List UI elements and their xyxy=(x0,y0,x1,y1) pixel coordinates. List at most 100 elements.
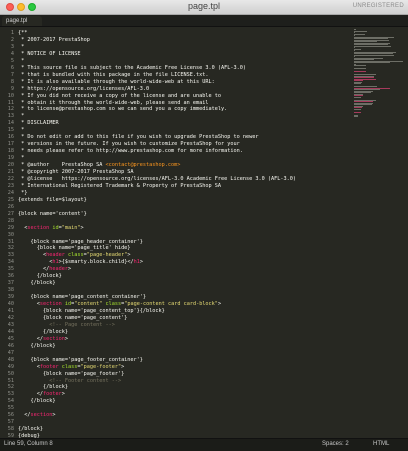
code-token: </ xyxy=(18,391,43,398)
syntax-selector[interactable]: HTML xyxy=(373,441,389,447)
code-token: {/block} xyxy=(18,328,68,335)
line-number: 58 xyxy=(7,426,14,433)
minimap-line xyxy=(354,30,367,32)
code-line: * @license https://opensource.org/licens… xyxy=(18,176,296,183)
code-line: * to license@prestashop.com so we can se… xyxy=(18,106,227,113)
code-line: * It is also available through the world… xyxy=(18,79,215,86)
window-title: page.tpl xyxy=(187,1,221,11)
indentation-setting[interactable]: Spaces: 2 xyxy=(322,441,349,447)
code-token: * to license@prestashop.com so we can se… xyxy=(18,106,228,113)
code-line: {block name='page_content'} xyxy=(18,315,127,322)
code-token: * xyxy=(18,57,25,64)
minimap[interactable] xyxy=(352,27,408,438)
code-token: {block name='page_content'} xyxy=(18,314,128,321)
code-line: * needs please refer to http://www.prest… xyxy=(18,148,243,155)
code-token: header xyxy=(46,252,65,259)
line-number: 39 xyxy=(7,294,14,301)
minimap-line xyxy=(354,83,361,84)
code-line: * 2007-2017 PrestaShop xyxy=(18,37,90,44)
code-editor[interactable]: 1 2 3 4 5 6 7 8 9 10 11 12 13 14 15 16 17 18 19 20 21 22 23 24 2… xyxy=(0,27,408,439)
code-line: * If you did not receive a copy of the l… xyxy=(18,93,221,100)
line-number: 24 xyxy=(7,189,14,196)
code-token: footer xyxy=(43,391,62,398)
line-number: 18 xyxy=(7,148,14,155)
tab-page-tpl[interactable]: page.tpl xyxy=(2,16,42,26)
code-token: * @copyright 2007-2017 PrestaShop SA xyxy=(18,169,134,175)
code-token: *} xyxy=(18,189,28,196)
line-number: 14 xyxy=(7,120,14,127)
line-number: 25 xyxy=(7,196,14,203)
code-line: {block name='page_content_container'} xyxy=(18,294,146,301)
code-token: * xyxy=(18,113,25,120)
line-number: 45 xyxy=(7,335,14,342)
code-line: </section> xyxy=(18,336,68,343)
line-number: 49 xyxy=(7,363,14,370)
line-number: 28 xyxy=(7,217,14,224)
code-token: {extends file=$layout} xyxy=(18,196,87,203)
code-token: * obtain it through the world-wide-web, … xyxy=(18,99,209,106)
code-token: * International Registered Trademark & P… xyxy=(18,182,222,189)
code-token: < xyxy=(18,301,40,308)
code-token: > xyxy=(52,412,56,419)
minimap-line xyxy=(354,33,365,35)
code-line: {block name='page_footer'} xyxy=(18,371,124,378)
line-number: 44 xyxy=(7,328,14,335)
code-line: * xyxy=(18,44,24,51)
status-bar: Line 59, Column 8 Spaces: 2 HTML xyxy=(0,438,408,451)
code-line: {block name='page_title' hide} xyxy=(18,245,131,252)
code-token: </ xyxy=(18,335,43,342)
code-token: "page-footer" xyxy=(80,363,122,370)
code-token: * 2007-2017 PrestaShop xyxy=(18,36,90,43)
code-token: id xyxy=(49,224,59,231)
minimap-line xyxy=(354,62,390,63)
minimap-line xyxy=(354,116,358,117)
code-line: * xyxy=(18,127,24,134)
code-line: * This source file is subject to the Aca… xyxy=(18,65,246,72)
code-token: {block name='page_content_container'} xyxy=(18,294,147,301)
code-line: * International Registered Trademark & P… xyxy=(18,183,221,190)
line-number: 52 xyxy=(7,384,14,391)
code-line: {/block} xyxy=(18,426,43,433)
code-token: < xyxy=(18,252,47,259)
code-token: * Do not edit or add to this file if you… xyxy=(18,134,259,141)
code-line: * @copyright 2007-2017 PrestaShop SA xyxy=(18,169,134,176)
code-token: {/block} xyxy=(18,384,68,391)
code-token: > xyxy=(64,335,68,342)
code-token: * xyxy=(18,43,25,50)
code-token: {/block} xyxy=(18,273,62,280)
line-number: 41 xyxy=(7,308,14,314)
code-token: < xyxy=(18,259,53,266)
code-token: {block name='page_content_top'}{/block} xyxy=(18,308,165,314)
line-number: 35 xyxy=(7,266,14,273)
code-line: {/block} xyxy=(18,398,55,405)
code-token: header xyxy=(49,266,68,273)
minimap-line xyxy=(354,71,366,72)
code-line: </footer> xyxy=(18,391,65,398)
code-line: {extends file=$layout} xyxy=(18,197,87,204)
code-token: * If you did not receive a copy of the l… xyxy=(18,92,222,99)
code-token: class xyxy=(102,301,122,308)
line-number: 9 xyxy=(10,85,14,92)
code-line: {/block} xyxy=(18,343,55,350)
code-line: {/block} xyxy=(18,280,55,287)
code-token: section xyxy=(30,412,53,419)
code-token: > xyxy=(61,391,65,398)
line-number: 22 xyxy=(7,175,14,182)
code-token: "main" xyxy=(61,224,81,231)
line-number: 30 xyxy=(7,231,14,238)
code-token: "page-header" xyxy=(86,252,128,259)
code-line: </header> xyxy=(18,266,71,273)
code-token: * xyxy=(18,127,25,134)
code-line: * that is bundled with this package in t… xyxy=(18,72,208,79)
code-area[interactable]: {** * 2007-2017 PrestaShop * * NOTICE OF… xyxy=(18,27,348,439)
code-line: * versions in the future. If you wish to… xyxy=(18,141,240,148)
minimap-line xyxy=(354,96,361,98)
code-token: * @author PrestaShop SA xyxy=(18,162,106,169)
code-token: * DISCLAIMER xyxy=(18,120,59,127)
line-number: 50 xyxy=(7,370,14,377)
code-token: > xyxy=(80,224,84,231)
code-line: <footer class="page-footer"> xyxy=(18,363,125,371)
minimap-line xyxy=(354,45,391,47)
code-token: {/block} xyxy=(18,398,56,405)
line-number: 27 xyxy=(7,210,14,217)
